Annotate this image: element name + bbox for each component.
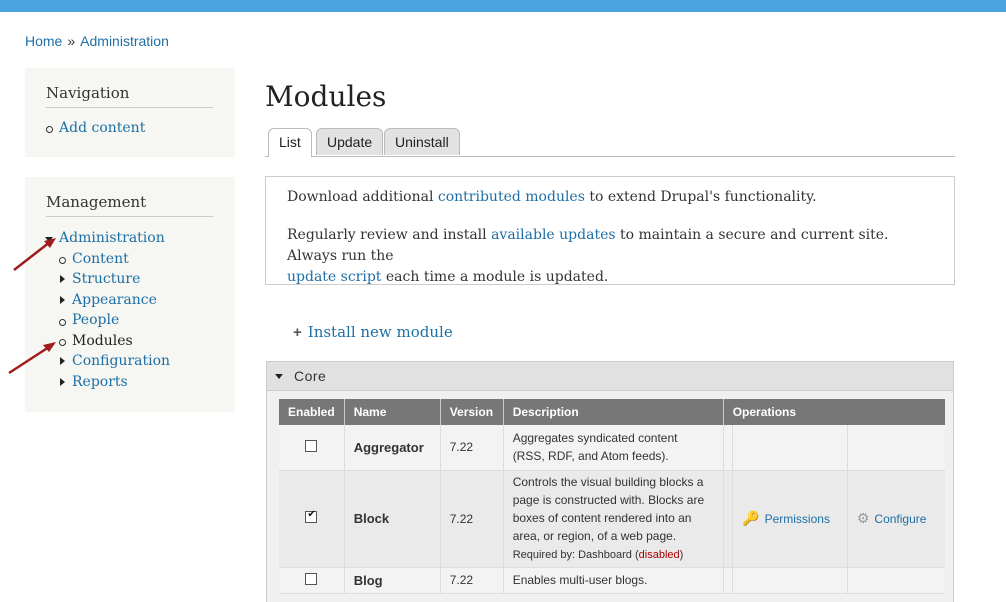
table-header-row: Enabled Name Version Description Operati…: [279, 399, 945, 425]
required-by-text: ): [679, 549, 684, 561]
tab-bar: List Update Uninstall: [265, 128, 955, 157]
collapsed-triangle-icon[interactable]: [60, 275, 65, 283]
table-row: Block 7.22 Controls the visual building …: [279, 470, 945, 568]
description-line: Controls the visual building blocks a: [512, 475, 704, 489]
description-line: (RSS, RDF, and Atom feeds).: [512, 449, 669, 464]
module-version: 7.22: [440, 470, 504, 568]
nav-structure-link[interactable]: Structure: [72, 271, 140, 287]
operations-cell: [847, 425, 945, 471]
help-text: to extend Drupal's functionality.: [584, 189, 817, 205]
operations-cell: [732, 567, 848, 594]
contributed-modules-link[interactable]: contributed modules: [438, 189, 585, 205]
breadcrumb-home-link[interactable]: Home: [25, 33, 62, 49]
gear-icon: ⚙: [856, 510, 870, 526]
update-script-link[interactable]: update script: [287, 269, 381, 285]
collapsed-triangle-icon[interactable]: [60, 296, 65, 304]
core-fieldset-legend[interactable]: Core: [267, 362, 953, 391]
module-description: Controls the visual building blocks a pag…: [503, 470, 724, 568]
nav-people-link[interactable]: People: [72, 312, 119, 328]
nav-administration-link[interactable]: Administration: [59, 230, 165, 246]
bullet-icon: [59, 339, 66, 346]
bullet-icon: [59, 257, 66, 264]
help-paragraph-1: Download additional contributed modules …: [287, 187, 927, 208]
header-operations: Operations: [723, 399, 945, 425]
help-text: Download additional: [287, 189, 438, 205]
description-line: Aggregates syndicated content: [512, 431, 678, 446]
enable-checkbox[interactable]: [305, 572, 318, 585]
help-text: Regularly review and install: [287, 227, 492, 243]
operations-cell: [732, 425, 848, 471]
nav-content-link[interactable]: Content: [72, 251, 129, 267]
install-new-module-action[interactable]: + Install new module: [293, 323, 453, 341]
breadcrumb: Home » Administration: [25, 33, 169, 49]
module-version: 7.22: [440, 567, 504, 594]
enable-checkbox-checked[interactable]: [305, 509, 318, 523]
nav-reports-link[interactable]: Reports: [72, 374, 128, 390]
operations-spacer: [723, 470, 734, 568]
required-by-text: Required by: Dashboard (: [512, 549, 639, 561]
navigation-title: Navigation: [46, 84, 213, 108]
plus-icon: +: [293, 324, 302, 341]
operations-cell: 🔑 Permissions: [732, 470, 848, 568]
tab-uninstall[interactable]: Uninstall: [384, 128, 460, 155]
enabled-cell: [279, 470, 345, 568]
help-text: each time a module is updated.: [381, 269, 609, 285]
required-by-note: Required by: Dashboard (disabled): [513, 549, 684, 561]
install-new-module-link[interactable]: Install new module: [308, 323, 453, 341]
module-description: Enables multi-user blogs.: [503, 567, 724, 594]
configure-link[interactable]: ⚙ Configure: [856, 510, 927, 526]
module-name: Blog: [344, 567, 441, 594]
nav-add-content-link[interactable]: Add content: [59, 120, 145, 136]
top-bar: [0, 0, 1006, 12]
management-title: Management: [46, 193, 213, 217]
enable-checkbox[interactable]: [305, 439, 318, 452]
nav-configuration-link[interactable]: Configuration: [72, 353, 170, 369]
header-enabled: Enabled: [279, 399, 345, 425]
operations-spacer: [723, 567, 734, 594]
tab-update[interactable]: Update: [316, 128, 384, 155]
collapsed-triangle-icon[interactable]: [60, 357, 65, 365]
page-title: Modules: [265, 80, 387, 113]
help-paragraph-2: Regularly review and install available u…: [287, 225, 927, 288]
module-version: 7.22: [440, 425, 504, 471]
configure-label: Configure: [874, 512, 927, 526]
annotation-arrow-modules: [8, 342, 56, 375]
enabled-cell: [279, 567, 345, 594]
breadcrumb-administration-link[interactable]: Administration: [80, 33, 169, 49]
annotation-arrow-administration: [13, 238, 56, 271]
navigation-block: Navigation Add content: [25, 68, 235, 157]
disabled-status: disabled: [638, 549, 680, 561]
modules-table: Enabled Name Version Description Operati…: [279, 399, 945, 594]
collapse-triangle-icon[interactable]: [275, 374, 283, 379]
permissions-label: Permissions: [764, 512, 830, 526]
module-description: Aggregates syndicated content (RSS, RDF, …: [503, 425, 724, 471]
available-updates-link[interactable]: available updates: [491, 227, 615, 243]
nav-modules-active[interactable]: Modules: [72, 333, 133, 349]
description-line: boxes of content rendered into an: [512, 511, 692, 525]
key-icon: 🔑: [742, 510, 760, 526]
permissions-link[interactable]: 🔑 Permissions: [742, 510, 830, 526]
module-name: Aggregator: [344, 425, 441, 471]
description-line: page is constructed with. Blocks are: [512, 493, 705, 507]
help-box: Download additional contributed modules …: [265, 176, 955, 285]
operations-spacer: [723, 425, 734, 471]
core-fieldset-label: Core: [294, 368, 327, 384]
breadcrumb-separator: »: [67, 33, 76, 49]
collapsed-triangle-icon[interactable]: [60, 378, 65, 386]
table-row: Blog 7.22 Enables multi-user blogs.: [279, 567, 945, 594]
bullet-icon: [46, 126, 53, 133]
header-name: Name: [344, 399, 441, 425]
header-version: Version: [440, 399, 504, 425]
nav-appearance-link[interactable]: Appearance: [72, 292, 157, 308]
header-description: Description: [503, 399, 724, 425]
module-name: Block: [344, 470, 441, 568]
enabled-cell: [279, 425, 345, 471]
bullet-icon: [59, 319, 66, 326]
operations-cell: ⚙ Configure: [847, 470, 945, 568]
table-row: Aggregator 7.22 Aggregates syndicated co…: [279, 425, 945, 471]
tab-list[interactable]: List: [268, 128, 312, 157]
description-line: area, or region, of a web page.: [512, 529, 677, 543]
operations-cell: [847, 567, 945, 594]
